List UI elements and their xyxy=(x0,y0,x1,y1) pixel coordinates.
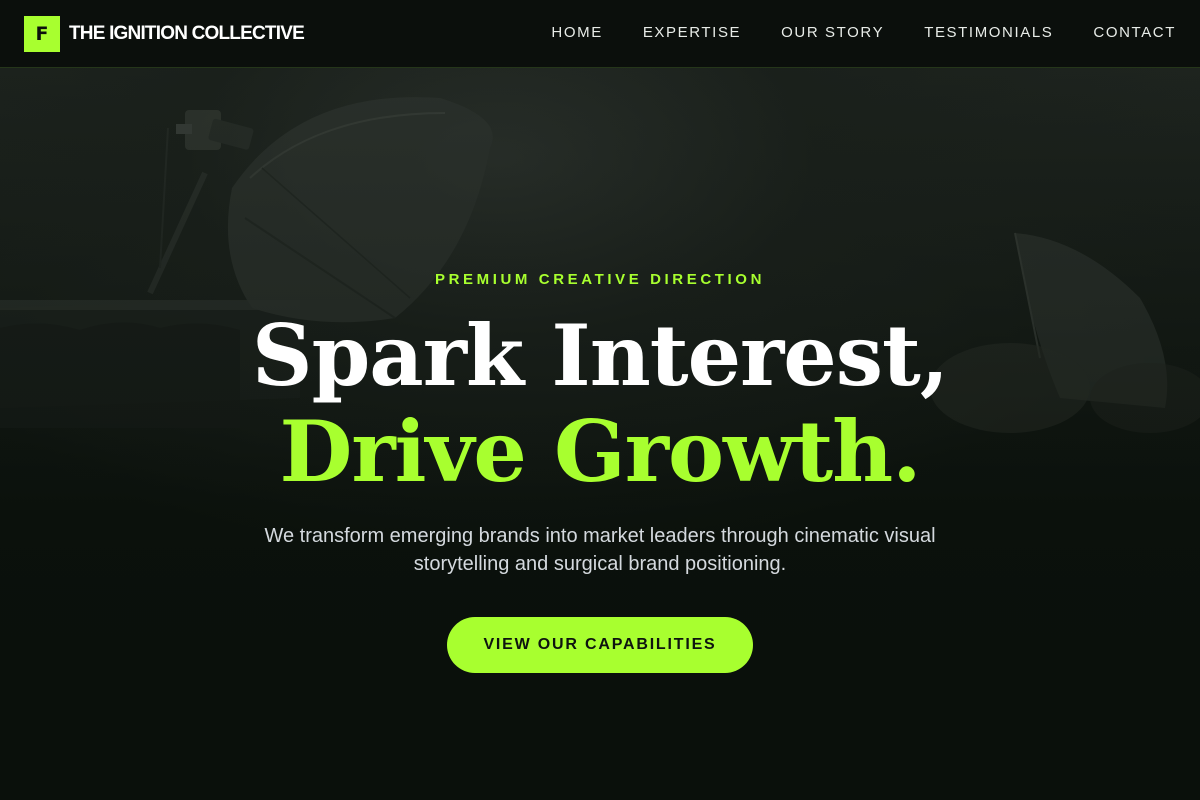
site-header: F THE IGNITION COLLECTIVE HOME EXPERTISE… xyxy=(0,0,1200,68)
hero-headline-line2: Drive Growth. xyxy=(279,402,922,501)
nav-link-contact[interactable]: CONTACT xyxy=(1093,24,1176,41)
brand-logo[interactable]: F THE IGNITION COLLECTIVE xyxy=(24,16,305,52)
brand-name: THE IGNITION COLLECTIVE xyxy=(69,23,305,44)
logo-mark: F xyxy=(24,16,60,52)
nav-link-home[interactable]: HOME xyxy=(551,24,602,41)
nav-link-testimonials[interactable]: TESTIMONIALS xyxy=(924,24,1053,41)
nav-link-expertise[interactable]: EXPERTISE xyxy=(643,24,741,41)
hero-section: PREMIUM CREATIVE DIRECTION Spark Interes… xyxy=(0,68,1200,800)
view-capabilities-button[interactable]: VIEW OUR CAPABILITIES xyxy=(447,617,753,673)
hero-eyebrow: PREMIUM CREATIVE DIRECTION xyxy=(435,271,765,288)
main-nav: HOME EXPERTISE OUR STORY TESTIMONIALS CO… xyxy=(551,24,1176,41)
nav-link-our-story[interactable]: OUR STORY xyxy=(781,24,884,41)
hero-subtitle: We transform emerging brands into market… xyxy=(264,525,936,575)
hero-headline-line1: Spark Interest, xyxy=(251,306,949,405)
